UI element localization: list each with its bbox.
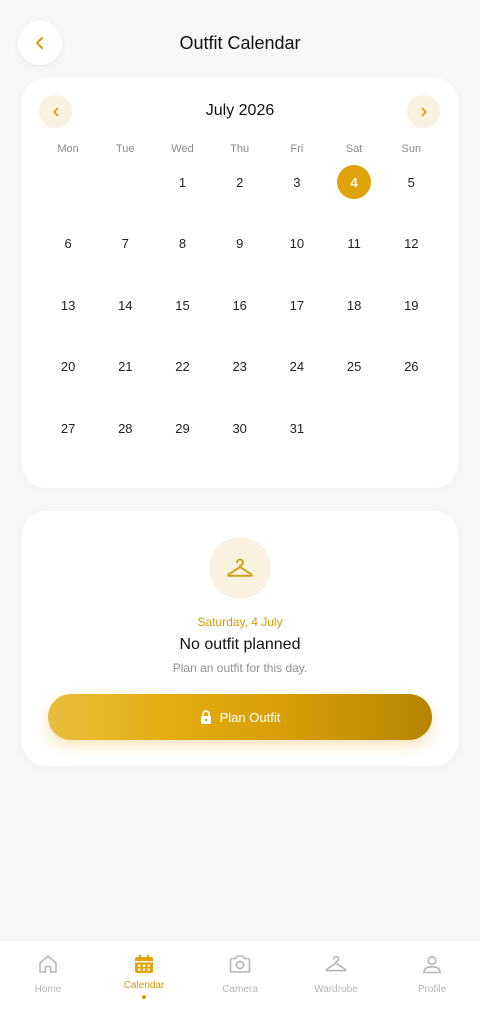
hanger-badge xyxy=(209,537,271,599)
tab-wardrobe[interactable]: Wardrobe xyxy=(288,941,384,1009)
calendar-day[interactable]: 13 xyxy=(51,288,85,322)
camera-icon xyxy=(229,955,251,973)
calendar-day[interactable]: 24 xyxy=(280,350,314,384)
hanger-icon xyxy=(325,955,347,972)
calendar-day-selected[interactable]: 4 xyxy=(337,165,372,199)
calendar-day[interactable]: 9 xyxy=(223,227,257,261)
calendar-day[interactable]: 5 xyxy=(394,165,428,199)
tab-camera[interactable]: Camera xyxy=(192,941,288,1009)
tab-wardrobe-label: Wardrobe xyxy=(314,984,358,995)
calendar-day[interactable]: 21 xyxy=(108,350,142,384)
tab-home[interactable]: Home xyxy=(0,941,96,1009)
lock-icon xyxy=(200,710,211,724)
calendar-grid: 1 2 3 4 5 6 7 8 9 10 11 12 13 14 15 16 17 18 19 20 21 22 23 24 2… xyxy=(22,78,458,488)
calendar-day[interactable]: 18 xyxy=(337,288,371,322)
selected-date-label: Saturday, 4 July xyxy=(197,615,283,629)
calendar-day[interactable]: 12 xyxy=(394,227,428,261)
calendar-day[interactable]: 31 xyxy=(280,411,314,445)
hanger-icon xyxy=(227,558,253,577)
calendar-day[interactable]: 29 xyxy=(166,411,200,445)
plan-outfit-label: Plan Outfit xyxy=(219,709,281,725)
calendar-day[interactable]: 30 xyxy=(223,411,257,445)
calendar-day[interactable]: 2 xyxy=(223,165,257,199)
home-icon xyxy=(39,955,57,973)
calendar-day[interactable]: 10 xyxy=(280,227,314,261)
profile-icon xyxy=(423,955,441,974)
header: Outfit Calendar xyxy=(0,0,480,88)
calendar-day[interactable]: 23 xyxy=(223,350,257,384)
calendar-day[interactable]: 1 xyxy=(166,165,200,199)
active-tab-indicator xyxy=(142,995,146,999)
tab-profile[interactable]: Profile xyxy=(384,941,480,1009)
tab-camera-label: Camera xyxy=(222,984,258,995)
calendar-day[interactable]: 20 xyxy=(51,350,85,384)
calendar-day[interactable]: 8 xyxy=(166,227,200,261)
calendar-day[interactable]: 15 xyxy=(166,288,200,322)
calendar-day[interactable]: 27 xyxy=(51,411,85,445)
calendar-day[interactable]: 17 xyxy=(280,288,314,322)
calendar-day[interactable]: 14 xyxy=(108,288,142,322)
tab-profile-label: Profile xyxy=(417,984,447,995)
calendar-day[interactable]: 3 xyxy=(280,165,314,199)
calendar-day[interactable]: 22 xyxy=(166,350,200,384)
day-details-card: Saturday, 4 July No outfit planned Plan … xyxy=(22,511,458,766)
bottom-tab-bar: Home Calendar Camera Wardrobe Profile xyxy=(0,940,480,1009)
calendar-day[interactable]: 7 xyxy=(108,227,142,261)
calendar-day[interactable]: 28 xyxy=(108,411,142,445)
calendar-day[interactable]: 11 xyxy=(337,227,371,261)
tab-home-label: Home xyxy=(34,984,62,995)
tab-calendar[interactable]: Calendar xyxy=(96,941,192,1009)
calendar-day[interactable]: 19 xyxy=(394,288,428,322)
plan-outfit-button[interactable]: Plan Outfit xyxy=(48,694,432,740)
calendar-day[interactable]: 26 xyxy=(394,350,428,384)
tab-calendar-label: Calendar xyxy=(123,980,165,991)
calendar-day[interactable]: 25 xyxy=(337,350,371,384)
calendar-icon xyxy=(135,954,153,973)
calendar-day[interactable]: 6 xyxy=(51,227,85,261)
plan-hint: Plan an outfit for this day. xyxy=(172,661,308,675)
calendar-card: July 2026 Mon Tue Wed Thu Fri Sat Sun 12345678… xyxy=(22,78,458,488)
outfit-status: No outfit planned xyxy=(179,636,301,653)
page-title: Outfit Calendar xyxy=(179,33,301,53)
calendar-day[interactable]: 16 xyxy=(223,288,257,322)
